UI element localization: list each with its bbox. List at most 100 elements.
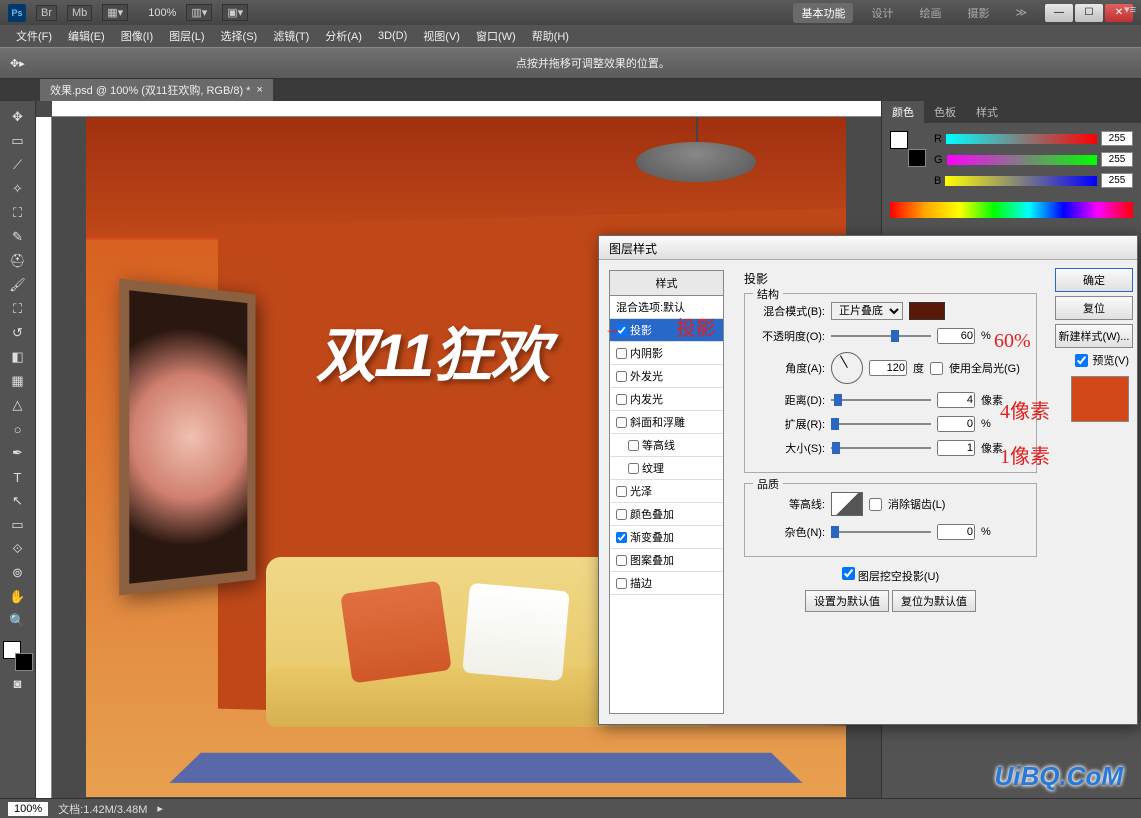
bridge-button[interactable]: Br (36, 5, 57, 21)
dodge-tool[interactable]: ○ (4, 418, 32, 440)
workspace-more-icon[interactable]: ≫ (1007, 4, 1035, 21)
view-extras-icon[interactable]: ▥▾ (186, 4, 212, 21)
stroke-checkbox[interactable] (616, 578, 627, 589)
menu-analysis[interactable]: 分析(A) (317, 26, 370, 46)
style-pattern-overlay[interactable]: 图案叠加 (610, 549, 723, 572)
dialog-title[interactable]: 图层样式 (599, 236, 1137, 260)
arrange-docs-icon[interactable]: ▦▾ (102, 4, 128, 21)
workspace-basic[interactable]: 基本功能 (793, 3, 853, 23)
style-stroke[interactable]: 描边 (610, 572, 723, 595)
ok-button[interactable]: 确定 (1055, 268, 1133, 292)
hand-tool[interactable]: ✋ (4, 586, 32, 608)
global-light-checkbox[interactable] (930, 362, 943, 375)
style-bevel[interactable]: 斜面和浮雕 (610, 411, 723, 434)
zoom-level[interactable]: 100% (148, 7, 176, 19)
brush-tool[interactable]: 🖌 (4, 274, 32, 296)
eyedropper-tool[interactable]: ✎ (4, 226, 32, 248)
maximize-button[interactable]: ☐ (1075, 4, 1103, 22)
menu-edit[interactable]: 编辑(E) (60, 26, 113, 46)
pen-tool[interactable]: ✒ (4, 442, 32, 464)
contour-picker[interactable] (831, 492, 863, 516)
tab-swatches[interactable]: 色板 (924, 101, 966, 123)
gradient-tool[interactable]: ▦ (4, 370, 32, 392)
r-value[interactable]: 255 (1101, 131, 1133, 146)
b-slider[interactable] (945, 176, 1097, 186)
texture-checkbox[interactable] (628, 463, 639, 474)
zoom-tool[interactable]: 🔍 (4, 610, 32, 632)
new-style-button[interactable]: 新建样式(W)... (1055, 324, 1133, 348)
menu-window[interactable]: 窗口(W) (468, 26, 524, 46)
drop-shadow-checkbox[interactable] (616, 325, 627, 336)
antialias-checkbox[interactable] (869, 498, 882, 511)
panel-color-swatches[interactable] (890, 131, 926, 167)
lasso-tool[interactable]: ⟋ (4, 154, 32, 176)
style-drop-shadow[interactable]: 投影 (610, 319, 723, 342)
status-zoom[interactable]: 100% (8, 802, 48, 816)
menu-select[interactable]: 选择(S) (213, 26, 266, 46)
outer-glow-checkbox[interactable] (616, 371, 627, 382)
panel-menu-icon[interactable]: ▾≡ (1124, 3, 1136, 16)
color-spectrum[interactable] (890, 202, 1133, 218)
menu-help[interactable]: 帮助(H) (524, 26, 577, 46)
color-overlay-checkbox[interactable] (616, 509, 627, 520)
path-selection-tool[interactable]: ↖ (4, 490, 32, 512)
shadow-color-chip[interactable] (909, 302, 945, 320)
minimize-button[interactable]: — (1045, 4, 1073, 22)
crop-tool[interactable]: ⛶ (4, 202, 32, 224)
shape-tool[interactable]: ▭ (4, 514, 32, 536)
knockout-checkbox[interactable] (842, 567, 855, 580)
blur-tool[interactable]: △ (4, 394, 32, 416)
stamp-tool[interactable]: ⛶ (4, 298, 32, 320)
minibridge-button[interactable]: Mb (67, 5, 92, 21)
3d-camera-tool[interactable]: ⊚ (4, 562, 32, 584)
3d-tool[interactable]: ⟐ (4, 538, 32, 560)
menu-file[interactable]: 文件(F) (8, 26, 60, 46)
cancel-button[interactable]: 复位 (1055, 296, 1133, 320)
noise-input[interactable] (937, 524, 975, 540)
tab-styles[interactable]: 样式 (966, 101, 1008, 123)
style-outer-glow[interactable]: 外发光 (610, 365, 723, 388)
workspace-photography[interactable]: 摄影 (959, 3, 997, 23)
menu-view[interactable]: 视图(V) (415, 26, 468, 46)
gradient-overlay-checkbox[interactable] (616, 532, 627, 543)
set-default-button[interactable]: 设置为默认值 (805, 590, 889, 612)
style-color-overlay[interactable]: 颜色叠加 (610, 503, 723, 526)
style-contour[interactable]: 等高线 (610, 434, 723, 457)
opacity-input[interactable] (937, 328, 975, 344)
menu-image[interactable]: 图像(I) (113, 26, 161, 46)
menu-3d[interactable]: 3D(D) (370, 28, 415, 44)
document-tab[interactable]: 效果.psd @ 100% (双11狂欢购, RGB/8) * × (40, 79, 273, 101)
contour-checkbox[interactable] (628, 440, 639, 451)
marquee-tool[interactable]: ▭ (4, 130, 32, 152)
style-texture[interactable]: 纹理 (610, 457, 723, 480)
ruler-horizontal[interactable] (52, 101, 881, 117)
healing-tool[interactable]: ⛑ (4, 250, 32, 272)
distance-input[interactable] (937, 392, 975, 408)
satin-checkbox[interactable] (616, 486, 627, 497)
noise-slider[interactable] (831, 531, 931, 533)
pattern-overlay-checkbox[interactable] (616, 555, 627, 566)
magic-wand-tool[interactable]: ✧ (4, 178, 32, 200)
g-value[interactable]: 255 (1101, 152, 1133, 167)
style-inner-shadow[interactable]: 内阴影 (610, 342, 723, 365)
distance-slider[interactable] (831, 399, 931, 401)
style-gradient-overlay[interactable]: 渐变叠加 (610, 526, 723, 549)
tab-color[interactable]: 颜色 (882, 101, 924, 123)
style-blend-options[interactable]: 混合选项:默认 (610, 296, 723, 319)
size-input[interactable] (937, 440, 975, 456)
blend-mode-select[interactable]: 正片叠底 (831, 302, 903, 320)
workspace-painting[interactable]: 绘画 (911, 3, 949, 23)
spread-input[interactable] (937, 416, 975, 432)
size-slider[interactable] (831, 447, 931, 449)
b-value[interactable]: 255 (1101, 173, 1133, 188)
status-info-icon[interactable]: ▸ (157, 802, 163, 815)
opacity-slider[interactable] (831, 335, 931, 337)
g-slider[interactable] (947, 155, 1097, 165)
move-tool[interactable]: ✥ (4, 106, 32, 128)
r-slider[interactable] (946, 134, 1097, 144)
menu-layer[interactable]: 图层(L) (161, 26, 212, 46)
eraser-tool[interactable]: ◧ (4, 346, 32, 368)
ruler-vertical[interactable] (36, 117, 52, 798)
color-swatches[interactable] (3, 641, 33, 671)
angle-input[interactable] (869, 360, 907, 376)
